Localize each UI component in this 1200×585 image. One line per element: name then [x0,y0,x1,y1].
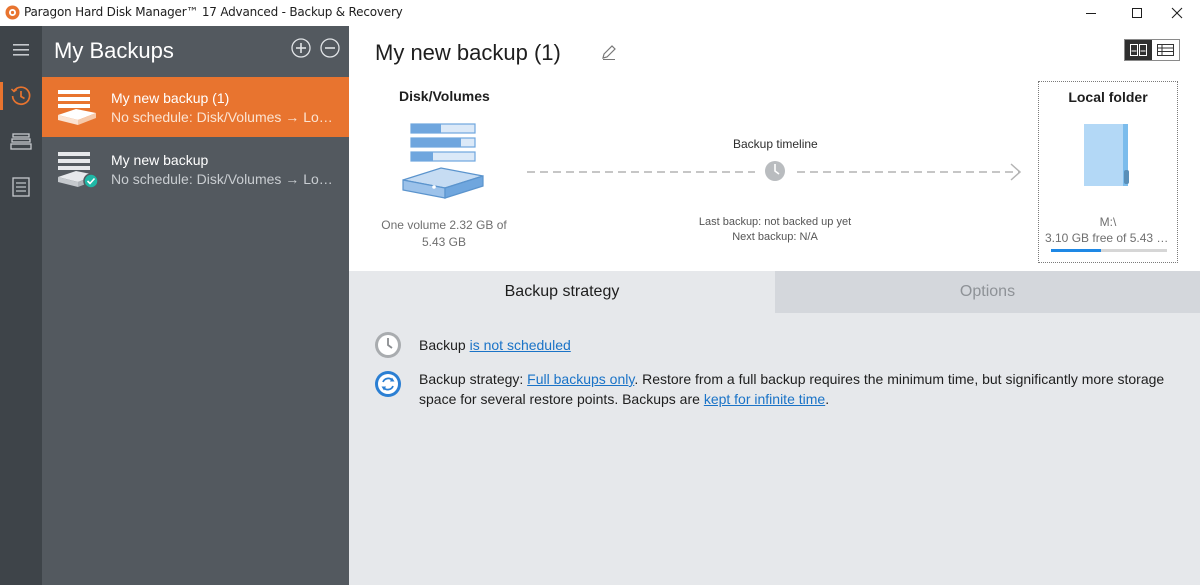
backups-panel-title: My Backups [54,38,174,63]
backup-description: No schedule: Disk/Volumes → Local folder [111,109,339,125]
strategy-panel: Backup is not scheduled Backup strategy:… [349,313,1200,585]
tab-options[interactable]: Options [775,271,1200,313]
minimize-button[interactable] [1068,0,1114,26]
strategy-suffix: . [825,391,830,407]
window-title: Paragon Hard Disk Manager™ 17 Advanced -… [24,5,403,19]
disks-icon [10,133,32,150]
next-backup-status: Next backup: N/A [732,231,818,243]
destination-usage-bar [1051,249,1167,252]
destination-drive: M:\ [1099,215,1117,229]
backup-description: No schedule: Disk/Volumes → Local folder [111,171,339,187]
backup-details: My new backup (1) Disk/Volumes One volum… [349,26,1200,585]
rail-backup-button[interactable] [0,76,42,116]
strategy-row: Backup strategy: Full backups only. Rest… [419,369,1179,409]
rail-log-button[interactable] [0,167,42,207]
local-folder-icon [1084,124,1129,186]
destination-usage-fill [1051,249,1101,252]
hamburger-menu-icon [13,44,29,56]
schedule-row: Backup is not scheduled [419,337,571,353]
timeline-clock-icon [765,161,785,181]
add-backup-button[interactable] [291,38,311,58]
tiles-view-button[interactable] [1125,40,1152,60]
remove-backup-button[interactable] [320,38,340,58]
source-info: One volume 2.32 GB of 5.43 GB [381,218,507,249]
list-view-icon [1157,44,1174,56]
maximize-icon [1132,8,1142,18]
navigation-rail [0,26,42,585]
edit-pencil-icon[interactable] [600,43,618,61]
tab-backup-strategy[interactable]: Backup strategy [349,271,775,313]
backup-name: My new backup (1) [111,90,230,106]
list-view-button[interactable] [1152,40,1179,60]
backup-timeline [527,161,1022,181]
strategy-prefix: Backup strategy: [419,371,528,387]
backup-disk-icon [58,90,96,125]
detail-tabs: Backup strategy Options [349,271,1200,313]
backup-title: My new backup (1) [375,40,561,65]
schedule-clock-icon [375,332,401,358]
backup-name: My new backup [111,152,209,168]
paragon-app-icon [5,5,20,20]
destination-free-space: 3.10 GB free of 5.43 GB [1045,231,1171,245]
backups-panel: My Backups My new backup (1) No schedule… [42,26,349,585]
close-button[interactable] [1154,0,1200,26]
strategy-cycle-icon [375,371,401,397]
backup-disk-check-icon [58,152,99,189]
source-label: Disk/Volumes [399,88,490,104]
backup-list-item[interactable]: My new backup No schedule: Disk/Volumes … [42,139,349,199]
destination-card[interactable]: Local folder M:\ 3.10 GB free of 5.43 GB [1038,81,1178,263]
full-backups-link[interactable]: Full backups only [527,371,634,387]
backup-clock-icon [10,86,31,105]
schedule-link[interactable]: is not scheduled [470,337,571,353]
log-list-icon [12,177,30,197]
rail-menu-button[interactable] [0,30,42,70]
minimize-icon [1086,13,1096,14]
app-window: Paragon Hard Disk Manager™ 17 Advanced -… [0,0,1200,585]
destination-label: Local folder [1068,89,1148,105]
tiles-view-icon [1130,44,1147,56]
timeline-label: Backup timeline [733,137,818,151]
disk-volumes-icon[interactable] [401,122,485,202]
last-backup-status: Last backup: not backed up yet [698,216,852,228]
retention-link[interactable]: kept for infinite time [704,391,825,407]
title-bar: Paragon Hard Disk Manager™ 17 Advanced -… [0,0,1200,26]
view-toggle [1124,39,1180,61]
close-icon [1171,7,1183,19]
backup-list-item-selected[interactable]: My new backup (1) No schedule: Disk/Volu… [42,77,349,137]
rail-disks-button[interactable] [0,122,42,162]
schedule-prefix: Backup [419,337,466,353]
